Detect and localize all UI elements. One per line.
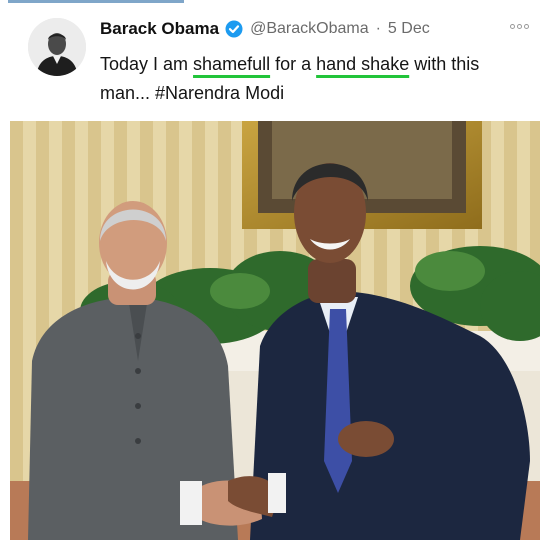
tweet-photo[interactable] — [10, 121, 540, 540]
verified-badge-icon — [225, 20, 243, 38]
handshake-photo — [10, 121, 540, 540]
tweet-timestamp[interactable]: 5 Dec — [388, 20, 430, 38]
tweet-card: Barack Obama @BarackObama · 5 Dec Today … — [0, 0, 540, 118]
tweet-text: Today I am shamefull for a hand shake wi… — [100, 50, 520, 108]
more-options-icon[interactable] — [510, 24, 529, 29]
tweet-text-part: Today I am — [100, 54, 194, 74]
highlighted-word: shamefull — [193, 54, 271, 74]
author-name[interactable]: Barack Obama — [100, 19, 219, 39]
separator-dot: · — [375, 20, 381, 37]
highlighted-phrase: hand shake — [316, 54, 410, 74]
tweet-text-part: for a — [270, 54, 317, 74]
avatar[interactable] — [28, 18, 86, 76]
avatar-image — [28, 18, 86, 76]
tweet-name-row: Barack Obama @BarackObama · 5 Dec — [100, 18, 430, 40]
author-handle[interactable]: @BarackObama — [250, 20, 369, 38]
